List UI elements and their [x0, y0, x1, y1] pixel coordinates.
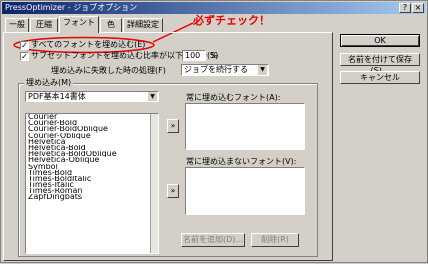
- save-as-button[interactable]: 名前を付けて保存(S)...: [340, 53, 420, 75]
- close-icon[interactable]: ×: [412, 3, 424, 13]
- tab-label: 一般: [9, 20, 25, 29]
- window-title: PressOptimizer - ジョブオプション: [5, 3, 138, 12]
- job-options-dialog: PressOptimizer - ジョブオプション ? × 一般 圧縮 フォント…: [0, 0, 428, 263]
- font-source-select[interactable]: PDF基本14書体 ▼: [25, 91, 159, 102]
- cancel-button[interactable]: キャンセル: [340, 71, 420, 84]
- chevron-right-icon: »: [170, 121, 176, 130]
- ok-button[interactable]: OK: [340, 34, 420, 47]
- help-icon[interactable]: ?: [399, 3, 411, 13]
- always-embed-label: 常に埋め込むフォント(A):: [186, 93, 281, 102]
- subset-checkbox[interactable]: ✓: [20, 52, 29, 61]
- tab-label: 色: [107, 20, 115, 29]
- tab-advanced[interactable]: 詳細設定: [123, 18, 163, 32]
- tab-label: 圧縮: [36, 20, 52, 29]
- font-list-items: Courier Courier-Bold Courier-BoldOblique Co…: [26, 114, 158, 201]
- font-list-item[interactable]: ZapfDingbats: [26, 194, 158, 200]
- annotation-text: 必ずチェック！: [193, 14, 270, 27]
- add-name-button[interactable]: 名前を追加(D)...: [181, 233, 245, 247]
- add-to-never-button[interactable]: »: [167, 184, 179, 198]
- embed-all-label: すべてのフォントを埋め込む(E): [31, 40, 146, 49]
- never-embed-label: 常に埋め込まないフォント(V):: [186, 157, 297, 166]
- tab-fonts[interactable]: フォント: [59, 16, 99, 33]
- font-list[interactable]: Courier Courier-Bold Courier-BoldOblique Co…: [25, 113, 159, 254]
- font-list-scrollbar[interactable]: [150, 114, 158, 253]
- percent-unit: %: [210, 51, 218, 60]
- chevron-right-icon: »: [170, 186, 176, 195]
- on-fail-label: 埋め込みに失敗した時の処理(F): [51, 66, 166, 75]
- on-fail-value: ジョブを続行する: [184, 65, 248, 74]
- tab-general[interactable]: 一般: [5, 18, 29, 32]
- font-source-value: PDF基本14書体: [28, 92, 86, 101]
- chevron-down-icon[interactable]: ▼: [258, 65, 267, 75]
- subset-percent-input[interactable]: 100: [182, 50, 206, 61]
- on-fail-select[interactable]: ジョブを続行する ▼: [181, 64, 269, 76]
- add-to-always-button[interactable]: »: [167, 119, 179, 133]
- always-embed-list[interactable]: [185, 103, 305, 150]
- embed-group-label: 埋め込み(M): [24, 78, 74, 88]
- never-embed-list[interactable]: [185, 167, 305, 215]
- tab-label: フォント: [63, 18, 95, 27]
- remove-button[interactable]: 削除(R): [251, 233, 299, 247]
- tab-compression[interactable]: 圧縮: [30, 18, 58, 32]
- chevron-down-icon[interactable]: ▼: [148, 92, 157, 101]
- tab-label: 詳細設定: [127, 20, 159, 29]
- tab-color[interactable]: 色: [100, 18, 122, 32]
- embed-all-checkbox[interactable]: ✓: [20, 41, 29, 50]
- title-bar: PressOptimizer - ジョブオプション: [2, 2, 426, 14]
